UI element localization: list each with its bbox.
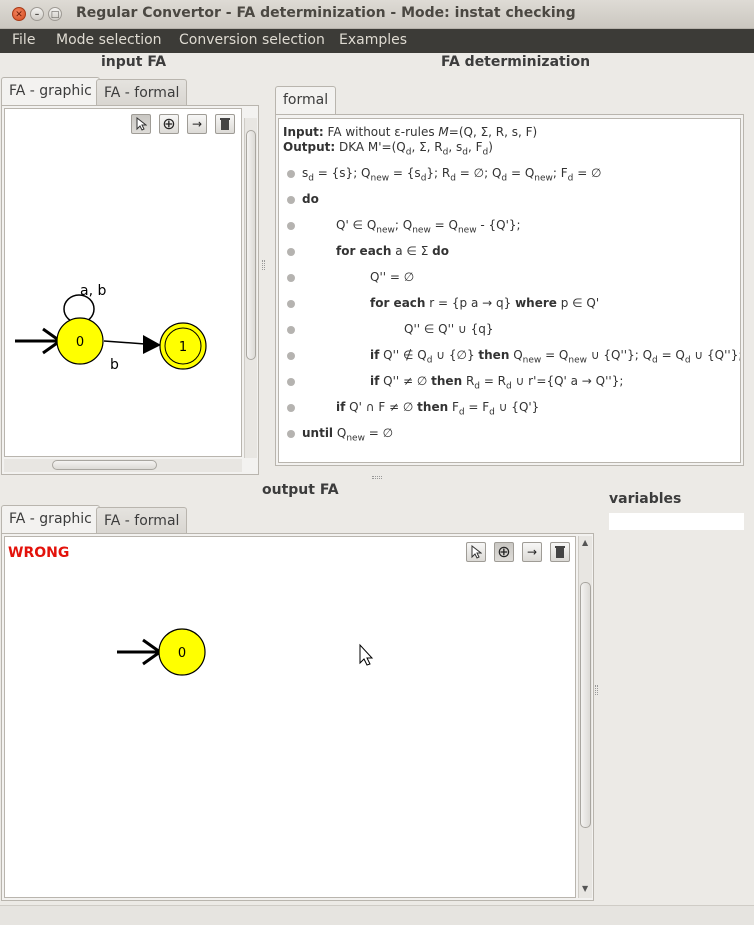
input-horizontal-scroll-thumb[interactable] bbox=[52, 460, 157, 470]
window-title: Regular Convertor - FA determinization -… bbox=[76, 5, 576, 21]
menu-conversion-selection[interactable]: Conversion selection bbox=[179, 32, 325, 48]
input-delete-tool[interactable] bbox=[215, 114, 235, 134]
input-fa-graph: 0 1 a, b b bbox=[15, 283, 207, 373]
input-transition-label: b bbox=[110, 357, 119, 373]
output-delete-tool[interactable] bbox=[550, 542, 570, 562]
status-bar bbox=[0, 905, 754, 925]
algorithm-step-bullet[interactable] bbox=[287, 378, 295, 386]
mouse-cursor-icon bbox=[359, 643, 374, 666]
menu-file[interactable]: File bbox=[12, 32, 35, 48]
input-fa-canvas[interactable]: 0 1 a, b b bbox=[4, 108, 242, 457]
input-horizontal-scrollbar[interactable] bbox=[4, 459, 242, 472]
input-fa-label: input FA bbox=[101, 54, 167, 70]
output-select-tool[interactable] bbox=[466, 542, 486, 562]
algorithm-step-1: sd = {s}; Qnew = {sd}; Rd = ∅; Qd = Qnew… bbox=[302, 166, 602, 184]
algorithm-step-5: Q'' = ∅ bbox=[370, 270, 415, 284]
algorithm-input-line: Input: FA without ε-rules M=(Q, Σ, R, s,… bbox=[283, 125, 538, 139]
cursor-icon bbox=[136, 116, 148, 131]
cursor-icon bbox=[471, 544, 483, 559]
trash-icon bbox=[220, 118, 230, 130]
algorithm-step-4: for each a ∈ Σ do bbox=[336, 244, 449, 258]
input-state-1-label: 1 bbox=[179, 340, 187, 355]
arrow-right-icon: → bbox=[526, 545, 538, 559]
output-splitter-handle[interactable] bbox=[595, 685, 598, 695]
close-window-button[interactable]: ✕ bbox=[12, 7, 26, 21]
algorithm-step-bullet[interactable] bbox=[287, 300, 295, 308]
algorithm-step-bullet[interactable] bbox=[287, 248, 295, 256]
scroll-down-icon[interactable]: ▼ bbox=[582, 884, 588, 893]
algorithm-step-bullet[interactable] bbox=[287, 274, 295, 282]
scroll-up-icon[interactable]: ▲ bbox=[582, 538, 588, 547]
input-transition-arrowhead bbox=[143, 335, 161, 354]
tab-input-fa-graphic[interactable]: FA - graphic bbox=[1, 77, 100, 107]
algorithm-step-10: if Q' ∩ F ≠ ∅ then Fd = Fd ∪ {Q'} bbox=[336, 400, 540, 418]
output-state-0-label: 0 bbox=[178, 646, 186, 661]
add-state-icon: ⊕ bbox=[497, 542, 511, 561]
input-add-state-tool[interactable]: ⊕ bbox=[159, 114, 179, 134]
algorithm-step-bullet[interactable] bbox=[287, 404, 295, 412]
output-fa-canvas[interactable]: 0 bbox=[4, 536, 576, 898]
input-self-loop-label: a, b bbox=[80, 283, 106, 299]
tab-output-fa-graphic[interactable]: FA - graphic bbox=[1, 505, 100, 535]
algorithm-step-bullet[interactable] bbox=[287, 222, 295, 230]
title-bar: ✕ – □ Regular Convertor - FA determiniza… bbox=[0, 0, 754, 29]
algorithm-step-bullet[interactable] bbox=[287, 326, 295, 334]
input-state-0-label: 0 bbox=[76, 335, 84, 350]
algorithm-step-3: Q' ∈ Qnew; Qnew = Qnew - {Q'}; bbox=[336, 218, 521, 236]
maximize-window-button[interactable]: □ bbox=[48, 7, 62, 21]
tab-input-fa-formal[interactable]: FA - formal bbox=[96, 79, 188, 107]
algorithm-step-bullet[interactable] bbox=[287, 170, 295, 178]
trash-icon bbox=[555, 546, 565, 558]
minimize-window-button[interactable]: – bbox=[30, 7, 44, 21]
algorithm-panel: Input: FA without ε-rules M=(Q, Σ, R, s,… bbox=[278, 118, 741, 463]
algorithm-output-line: Output: DKA M'=(Qd, Σ, Rd, sd, Fd) bbox=[283, 140, 493, 158]
status-wrong-label: WRONG bbox=[8, 545, 70, 561]
algorithm-step-8: if Q'' ∉ Qd ∪ {∅} then Qnew = Qnew ∪ {Q'… bbox=[370, 348, 741, 366]
algorithm-step-2: do bbox=[302, 192, 319, 206]
algorithm-step-bullet[interactable] bbox=[287, 430, 295, 438]
tab-output-fa-formal[interactable]: FA - formal bbox=[96, 507, 188, 535]
horizontal-splitter-handle[interactable] bbox=[372, 476, 382, 479]
input-transition-line bbox=[103, 340, 146, 345]
variables-label: variables bbox=[609, 491, 682, 507]
algorithm-step-6: for each r = {p a → q} where p ∈ Q' bbox=[370, 296, 600, 310]
output-add-transition-tool[interactable]: → bbox=[522, 542, 542, 562]
menu-mode-selection[interactable]: Mode selection bbox=[56, 32, 162, 48]
algorithm-step-bullet[interactable] bbox=[287, 352, 295, 360]
output-vertical-scroll-thumb[interactable] bbox=[580, 582, 591, 828]
menu-examples[interactable]: Examples bbox=[339, 32, 407, 48]
algorithm-step-bullet[interactable] bbox=[287, 196, 295, 204]
input-vertical-scroll-thumb[interactable] bbox=[246, 130, 256, 360]
variables-field[interactable] bbox=[609, 513, 744, 530]
determinization-label: FA determinization bbox=[441, 54, 591, 70]
output-vertical-scrollbar[interactable]: ▲ ▼ bbox=[578, 536, 592, 898]
tab-determinization-formal[interactable]: formal bbox=[275, 86, 337, 116]
add-state-icon: ⊕ bbox=[162, 114, 176, 133]
algorithm-step-11: until Qnew = ∅ bbox=[302, 426, 394, 444]
output-add-state-tool[interactable]: ⊕ bbox=[494, 542, 514, 562]
arrow-right-icon: → bbox=[191, 117, 203, 131]
output-fa-label: output FA bbox=[262, 482, 339, 498]
vertical-splitter-handle[interactable] bbox=[262, 260, 265, 270]
input-add-transition-tool[interactable]: → bbox=[187, 114, 207, 134]
input-select-tool[interactable] bbox=[131, 114, 151, 134]
menu-bar: File Mode selection Conversion selection… bbox=[0, 29, 754, 53]
output-fa-graph: 0 bbox=[117, 628, 374, 676]
algorithm-step-9: if Q'' ≠ ∅ then Rd = Rd ∪ r'={Q' a → Q''… bbox=[370, 374, 624, 392]
algorithm-step-7: Q'' ∈ Q'' ∪ {q} bbox=[404, 322, 494, 336]
input-vertical-scrollbar[interactable] bbox=[244, 118, 257, 458]
